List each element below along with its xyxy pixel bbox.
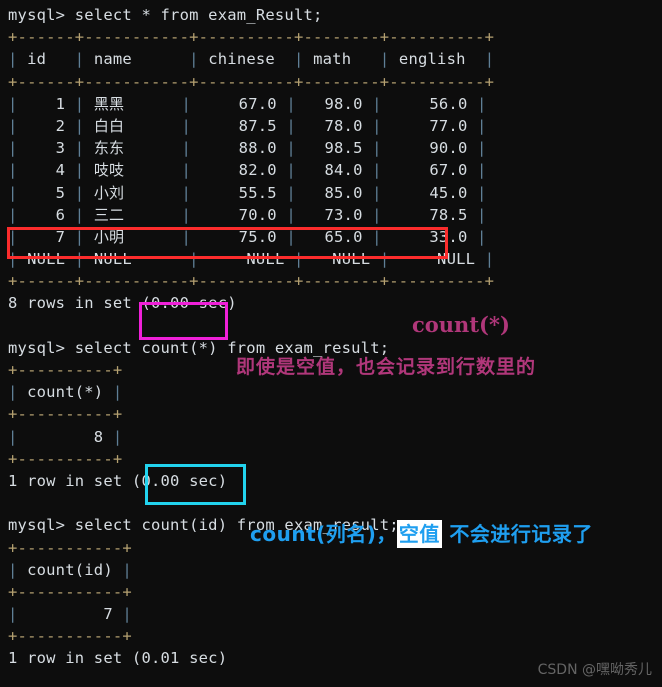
annotation-magenta-note: 即使是空值，也会记录到行数里的 [236, 356, 537, 378]
terminal-output: mysql> select * from exam_Result; +------… [8, 6, 495, 668]
annotation-cyan-note-after: 不会进行记录了 [441, 522, 593, 546]
terminal-screenshot: mysql> select * from exam_Result; +------… [0, 0, 662, 687]
annotation-count-star-label: count(*) [412, 312, 510, 337]
annotation-cyan-note-highlight: 空值 [396, 520, 442, 548]
csdn-watermark: CSDN @嘿呦秀儿 [537, 662, 652, 678]
annotation-cyan-note-before: count(列名)， [250, 522, 397, 546]
annotation-cyan-note: count(列名)， 空值 不会进行记录了 [250, 518, 593, 548]
